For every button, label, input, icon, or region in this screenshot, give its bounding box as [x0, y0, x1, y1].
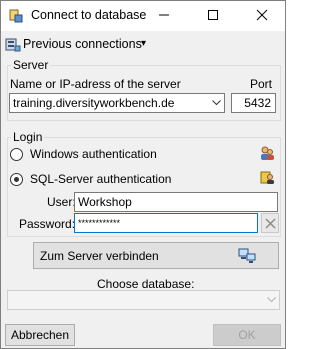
- cancel-button[interactable]: Abbrechen: [5, 324, 75, 346]
- lock-user-icon: [260, 171, 274, 184]
- close-icon: [256, 9, 268, 21]
- connect-server-label: Zum Server verbinden: [40, 249, 159, 263]
- port-input[interactable]: 5432: [231, 93, 276, 113]
- network-computer-icon: [238, 248, 256, 263]
- previous-connections-label: Previous connections: [23, 37, 142, 51]
- windows-auth-label: Windows authentication: [30, 147, 157, 161]
- maximize-icon: [208, 10, 218, 20]
- port-value: 5432: [244, 96, 271, 110]
- chevron-down-icon: [212, 100, 221, 106]
- previous-connections-menu[interactable]: Previous connections ▾: [5, 35, 155, 55]
- choose-database-label: Choose database:: [97, 277, 195, 291]
- close-icon: [265, 218, 276, 229]
- connect-dialog: Connect to database Previous connections…: [0, 0, 286, 349]
- close-button[interactable]: [239, 1, 285, 31]
- server-name-value: training.diversityworkbench.de: [13, 96, 175, 110]
- password-input[interactable]: ************: [74, 213, 258, 233]
- maximize-button[interactable]: [190, 1, 236, 31]
- database-connect-icon: [9, 9, 23, 23]
- server-group-label: Server: [11, 58, 51, 72]
- user-label: User:: [47, 195, 76, 209]
- chevron-down-icon: [267, 297, 276, 303]
- cancel-label: Abbrechen: [10, 328, 70, 342]
- ok-button[interactable]: OK: [213, 324, 281, 346]
- ok-label: OK: [238, 328, 256, 342]
- sql-auth-radio[interactable]: SQL-Server authentication: [10, 172, 190, 188]
- window-title: Connect to database: [31, 8, 147, 22]
- minimize-button[interactable]: [141, 1, 187, 31]
- clear-password-button[interactable]: [261, 213, 279, 233]
- login-group-label: Login: [11, 130, 45, 144]
- windows-auth-radio[interactable]: Windows authentication: [10, 147, 180, 163]
- user-value: Workshop: [78, 195, 132, 209]
- password-value: ************: [78, 218, 121, 228]
- title-bar: Connect to database: [1, 1, 285, 31]
- sql-auth-radio-circle: [10, 173, 23, 186]
- windows-auth-radio-circle: [10, 148, 23, 161]
- port-label: Port: [250, 77, 273, 91]
- connect-server-button[interactable]: Zum Server verbinden: [33, 242, 279, 269]
- server-name-label: Name or IP-adress of the server: [10, 77, 181, 91]
- minimize-icon: [159, 14, 169, 16]
- chevron-down-icon: ▾: [141, 38, 147, 49]
- server-name-combobox[interactable]: training.diversityworkbench.de: [9, 93, 225, 113]
- server-list-icon: [5, 38, 21, 52]
- user-input[interactable]: Workshop: [74, 192, 278, 212]
- users-icon: [261, 146, 274, 160]
- sql-auth-label: SQL-Server authentication: [30, 172, 172, 186]
- database-combobox[interactable]: [7, 290, 280, 310]
- password-label: Password:: [19, 217, 76, 231]
